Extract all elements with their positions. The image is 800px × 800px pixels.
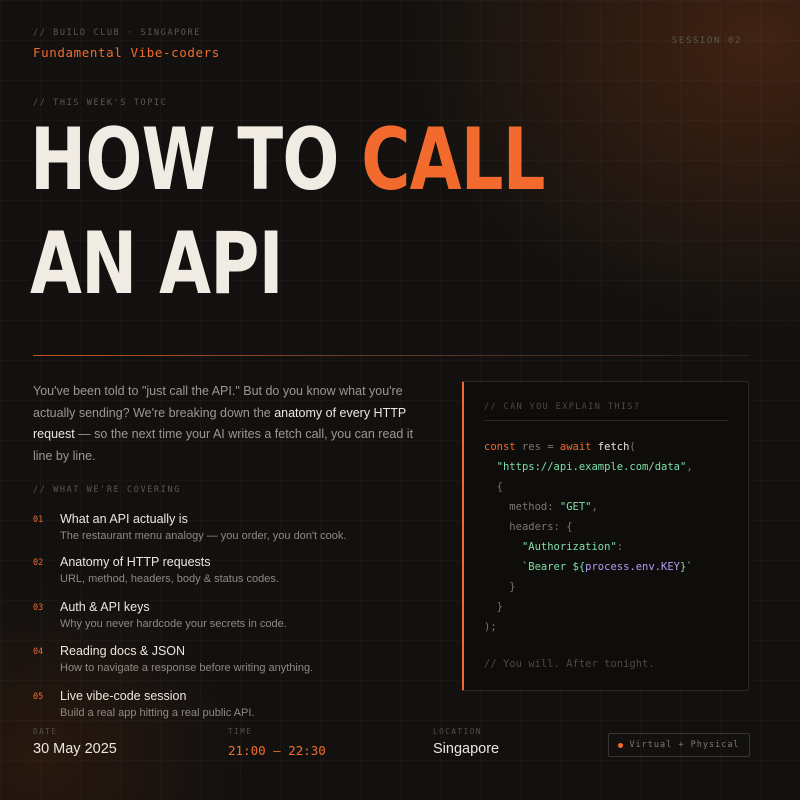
item-description: Build a real app hitting a real public A… xyxy=(60,707,255,719)
headline-text: HOW TO xyxy=(30,110,362,210)
code-function: fetch xyxy=(591,441,630,453)
code-string: "Authorization" xyxy=(521,541,617,553)
format-badge-label: Virtual + Physical xyxy=(629,740,740,750)
code-string: `Bearer ${ xyxy=(521,561,586,573)
code-punct: } xyxy=(509,581,516,593)
code-card-divider xyxy=(484,420,728,421)
intro-text-end: — so the next time your AI writes a fetc… xyxy=(33,427,414,463)
code-keyword: await xyxy=(559,441,592,453)
item-title: Auth & API keys xyxy=(60,600,150,614)
code-env-var: process.env.KEY xyxy=(585,561,680,573)
code-punct: ); xyxy=(484,621,497,633)
code-keyword: const xyxy=(484,441,516,453)
code-url-string: "https://api.example.com/data" xyxy=(496,461,687,473)
covering-label: // WHAT WE'RE COVERING xyxy=(33,485,181,495)
format-badge: Virtual + Physical xyxy=(608,733,750,757)
divider xyxy=(33,355,750,356)
code-punct: : xyxy=(616,541,624,553)
code-card-label: // CAN YOU EXPLAIN THIS? xyxy=(484,402,641,412)
item-number: 05 xyxy=(33,692,44,702)
item-number: 03 xyxy=(33,603,44,613)
item-description: Why you never hardcode your secrets in c… xyxy=(60,618,287,630)
status-dot-icon xyxy=(618,742,624,748)
code-string: "GET" xyxy=(559,501,592,513)
code-card: // CAN YOU EXPLAIN THIS? const res = awa… xyxy=(462,381,749,691)
item-number: 04 xyxy=(33,647,44,657)
code-punct: { xyxy=(496,481,503,493)
code-punct: } xyxy=(496,601,503,613)
session-label: SESSION 02 xyxy=(671,36,742,46)
code-key: headers: { xyxy=(509,521,573,533)
code-card-footer: // You will. After tonight. xyxy=(484,658,655,670)
time-label: TIME xyxy=(228,727,253,736)
item-description: How to navigate a response before writin… xyxy=(60,662,314,674)
item-title: What an API actually is xyxy=(60,512,188,526)
code-variable: res = xyxy=(515,441,560,453)
date-label: DATE xyxy=(33,727,58,736)
location-value: Singapore xyxy=(433,741,500,757)
item-title: Live vibe-code session xyxy=(60,689,187,703)
code-punct: , xyxy=(686,461,693,473)
club-label: // BUILD CLUB · SINGAPORE xyxy=(33,28,201,38)
code-punct: , xyxy=(591,501,598,513)
item-title: Reading docs & JSON xyxy=(60,644,186,658)
intro-paragraph: You've been told to "just call the API."… xyxy=(33,381,428,467)
code-key: method: xyxy=(509,501,560,513)
headline: HOW TO CALL AN API xyxy=(30,108,545,316)
code-punct: ( xyxy=(629,441,636,453)
headline-line-1: HOW TO CALL xyxy=(30,108,545,212)
code-string: }` xyxy=(679,561,693,573)
item-description: URL, method, headers, body & status code… xyxy=(60,573,279,585)
code-block: const res = await fetch( "https://api.ex… xyxy=(484,437,693,637)
org-name: Fundamental Vibe-coders xyxy=(33,45,220,60)
date-value: 30 May 2025 xyxy=(33,741,117,757)
item-title: Anatomy of HTTP requests xyxy=(60,555,211,569)
item-number: 01 xyxy=(33,515,44,525)
headline-line-2: AN API xyxy=(30,214,284,314)
location-label: LOCATION xyxy=(433,727,482,736)
headline-accent: CALL xyxy=(361,110,545,210)
item-description: The restaurant menu analogy — you order,… xyxy=(60,530,347,542)
item-number: 02 xyxy=(33,558,44,568)
time-value: 21:00 – 22:30 xyxy=(228,743,326,758)
topic-label: // THIS WEEK'S TOPIC xyxy=(33,98,168,108)
